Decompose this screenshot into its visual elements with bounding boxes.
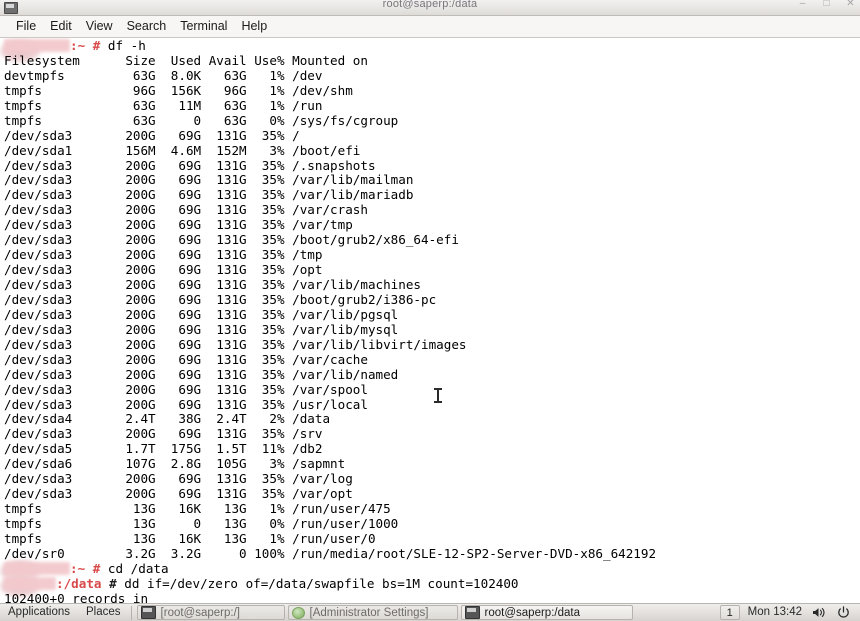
- df-table-row: /dev/sda3 200G 69G 131G 35% /var/spool: [4, 381, 368, 397]
- df-table-row: /dev/sda3 200G 69G 131G 35% /.snapshots: [4, 157, 376, 173]
- taskbar-window-label: root@saperp:/data: [484, 606, 580, 619]
- system-tray: [812, 606, 860, 619]
- df-table-row: devtmpfs 63G 8.0K 63G 1% /dev: [4, 67, 323, 83]
- desktop-screen: root@saperp:/data – □ ✕ File Edit View S…: [0, 0, 860, 621]
- terminal-prompt-line: :/data # dd if=/dev/zero of=/data/swapfi…: [4, 576, 860, 592]
- df-table-row: tmpfs 96G 156K 96G 1% /dev/shm: [4, 82, 353, 98]
- df-table-row: tmpfs 13G 0 13G 0% /run/user/1000: [4, 516, 399, 531]
- menu-terminal[interactable]: Terminal: [173, 18, 234, 35]
- df-table-row: /dev/sda3 200G 69G 131G 35% /srv: [4, 426, 323, 442]
- df-table-row: /dev/sda3 200G 69G 131G 35% /var/log: [4, 471, 353, 487]
- dd-output-line: 102400+0 records in: [4, 590, 149, 603]
- taskbar-window-label: [Administrator Settings]: [309, 606, 429, 619]
- clock[interactable]: Mon 13:42: [744, 604, 812, 621]
- df-table-row: /dev/sda4 2.4T 38G 2.4T 2% /data: [4, 411, 331, 427]
- taskbar-window-administrator-settings[interactable]: [Administrator Settings]: [287, 605, 458, 620]
- df-table-row: /dev/sda3 200G 69G 131G 35% /var/cache: [4, 351, 368, 367]
- taskbar-window-label: [root@saperp:/]: [160, 606, 240, 619]
- workspace-switcher[interactable]: 1: [719, 605, 740, 620]
- redacted-prompt-user: [4, 561, 70, 575]
- df-table-row: /dev/sda3 200G 69G 131G 35% /boot/grub2/…: [4, 232, 459, 248]
- df-table-row: /dev/sda3 200G 69G 131G 35% /usr/local: [4, 396, 368, 412]
- minimize-button[interactable]: –: [797, 0, 808, 9]
- df-table-row: /dev/sda1 156M 4.6M 152M 3% /boot/efi: [4, 142, 361, 158]
- taskbar-window-root-saperp-data[interactable]: root@saperp:/data: [460, 605, 633, 620]
- menu-file[interactable]: File: [9, 18, 43, 35]
- df-table-row: /dev/sda3 200G 69G 131G 35% /var/lib/mai…: [4, 172, 414, 188]
- window-title: root@saperp:/data: [382, 0, 478, 10]
- df-table-row: /dev/sda3 200G 69G 131G 35% /var/lib/pgs…: [4, 306, 399, 322]
- taskbar-divider: [130, 605, 132, 620]
- taskbar-window-root-saperp[interactable]: [root@saperp:/]: [136, 605, 285, 620]
- menu-search[interactable]: Search: [120, 18, 174, 35]
- df-table-row: /dev/sda3 200G 69G 131G 35% /var/lib/mys…: [4, 321, 399, 337]
- terminal-text: :~ # df -h Filesystem Size Used Avail Use…: [4, 38, 860, 603]
- yast-icon: [291, 606, 305, 619]
- df-table-row: /dev/sda3 200G 69G 131G 35% /var/crash: [4, 202, 368, 218]
- menu-bar: File Edit View Search Terminal Help: [0, 16, 860, 38]
- df-table-row: tmpfs 13G 16K 13G 1% /run/user/475: [4, 501, 391, 517]
- df-table-row: /dev/sda3 200G 69G 131G 35% /var/lib/lib…: [4, 336, 467, 352]
- df-table-header: Filesystem Size Used Avail Use% Mounted …: [4, 52, 368, 68]
- df-table-row: /dev/sda3 200G 69G 131G 35% /boot/grub2/…: [4, 291, 437, 307]
- df-table-row: /dev/sda3 200G 69G 131G 35% /var/opt: [4, 486, 353, 502]
- terminal-icon: [464, 606, 480, 619]
- places-menu[interactable]: Places: [78, 604, 129, 621]
- redacted-prompt-user: [4, 576, 56, 590]
- terminal-prompt-line: :~ # cd /data: [4, 561, 860, 577]
- terminal-prompt-line: :~ # df -h: [4, 38, 860, 54]
- menu-help[interactable]: Help: [234, 18, 274, 35]
- df-table-row: /dev/sda3 200G 69G 131G 35% /var/lib/mac…: [4, 277, 422, 292]
- df-table-row: /dev/sda3 200G 69G 131G 35% /var/lib/mar…: [4, 187, 414, 203]
- menu-view[interactable]: View: [79, 18, 120, 35]
- terminal-output-area[interactable]: :~ # df -h Filesystem Size Used Avail Use…: [0, 38, 860, 603]
- maximize-button[interactable]: □: [821, 0, 832, 9]
- power-icon[interactable]: [837, 606, 850, 619]
- df-table-row: /dev/sda3 200G 69G 131G 35% /var/lib/nam…: [4, 366, 399, 382]
- df-table-row: tmpfs 13G 16K 13G 1% /run/user/0: [4, 530, 376, 546]
- volume-icon[interactable]: [812, 606, 826, 619]
- df-table-row: tmpfs 63G 11M 63G 1% /run: [4, 97, 323, 113]
- text-cursor-icon: [434, 388, 442, 403]
- df-table-row: /dev/sda3 200G 69G 131G 35% /: [4, 127, 300, 143]
- redacted-prompt-user: [4, 39, 70, 52]
- df-table-row: /dev/sr0 3.2G 3.2G 0 100% /run/media/roo…: [4, 545, 657, 561]
- window-titlebar[interactable]: root@saperp:/data – □ ✕: [0, 0, 860, 16]
- desktop-taskbar: Applications Places [root@saperp:/] [Adm…: [0, 603, 860, 621]
- df-table-row: tmpfs 63G 0 63G 0% /sys/fs/cgroup: [4, 112, 399, 128]
- close-button[interactable]: ✕: [845, 0, 856, 9]
- menu-edit[interactable]: Edit: [43, 18, 79, 35]
- window-controls[interactable]: – □ ✕: [797, 0, 856, 9]
- df-table-row: /dev/sda3 200G 69G 131G 35% /tmp: [4, 247, 323, 263]
- df-table-row: /dev/sda5 1.7T 175G 1.5T 11% /db2: [4, 441, 323, 457]
- terminal-icon: [140, 606, 156, 619]
- applications-menu[interactable]: Applications: [0, 604, 78, 621]
- df-table-row: /dev/sda3 200G 69G 131G 35% /var/tmp: [4, 217, 353, 233]
- df-table-row: /dev/sda3 200G 69G 131G 35% /opt: [4, 262, 323, 278]
- df-table-row: /dev/sda6 107G 2.8G 105G 3% /sapmnt: [4, 456, 346, 472]
